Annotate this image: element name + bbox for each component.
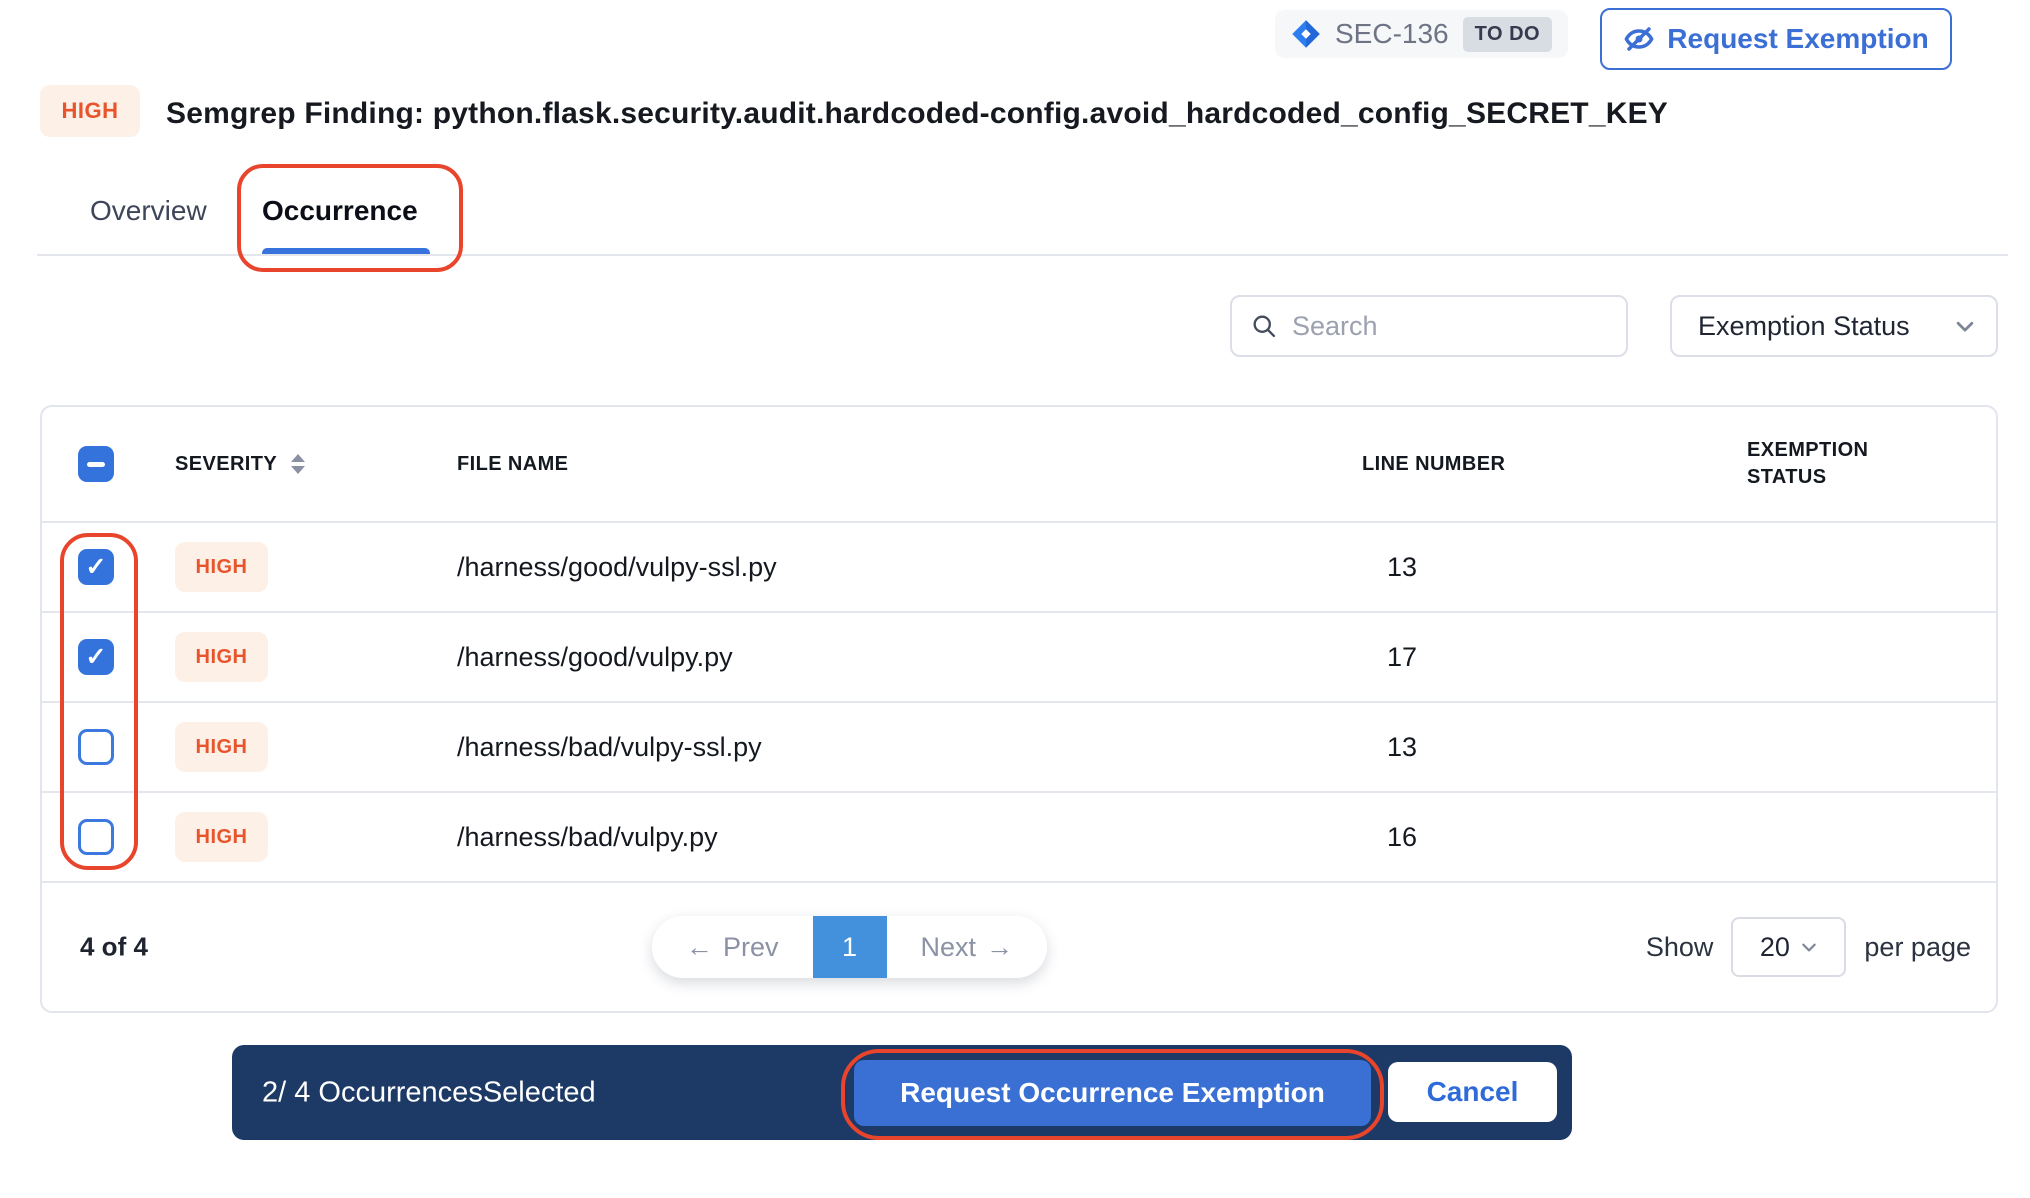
- row-count: 4 of 4: [80, 932, 148, 963]
- finding-detail-page: SEC-136 TO DO Request Exemption HIGH Sem…: [0, 0, 2030, 1198]
- page-size-select[interactable]: 20: [1731, 917, 1846, 977]
- table-header-row: SEVERITY FILE NAME LINE NUMBER EXEMPTION…: [42, 407, 1996, 521]
- page-size-control: Show 20 per page: [1646, 917, 1971, 977]
- line-number-cell: 13: [1362, 552, 1747, 583]
- column-header-severity[interactable]: SEVERITY: [175, 453, 457, 476]
- per-page-label: per page: [1864, 932, 1971, 963]
- column-header-exemption-status: EXEMPTION STATUS: [1747, 437, 1927, 491]
- table-row[interactable]: HIGH /harness/bad/vulpy.py 16: [42, 791, 1996, 881]
- table-row[interactable]: HIGH /harness/good/vulpy-ssl.py 13: [42, 521, 1996, 611]
- tabs-divider: [37, 254, 2008, 256]
- line-number-cell: 13: [1362, 732, 1747, 763]
- request-occurrence-exemption-button[interactable]: Request Occurrence Exemption: [854, 1060, 1371, 1126]
- search-input[interactable]: [1292, 311, 1608, 342]
- line-number-cell: 16: [1362, 822, 1747, 853]
- select-all-checkbox[interactable]: [78, 446, 114, 482]
- row-checkbox[interactable]: [78, 549, 114, 585]
- row-checkbox[interactable]: [78, 639, 114, 675]
- severity-pill: HIGH: [175, 542, 268, 592]
- cancel-button[interactable]: Cancel: [1388, 1062, 1557, 1122]
- table-footer: 4 of 4 ← Prev 1 Next → Show 20: [42, 881, 1996, 1011]
- jira-icon: [1291, 19, 1321, 49]
- chevron-down-icon: [1800, 938, 1818, 956]
- page-number-button[interactable]: 1: [813, 916, 887, 978]
- prev-page-button[interactable]: ← Prev: [652, 916, 813, 978]
- pagination: ← Prev 1 Next →: [652, 916, 1047, 978]
- exemption-status-dropdown[interactable]: Exemption Status: [1670, 295, 1998, 357]
- tab-occurrence[interactable]: Occurrence: [262, 195, 418, 227]
- eye-slash-icon: [1623, 23, 1655, 55]
- line-number-cell: 17: [1362, 642, 1747, 673]
- selection-count-text: 2/ 4 OccurrencesSelected: [262, 1076, 596, 1109]
- jira-status-badge: TO DO: [1463, 17, 1552, 52]
- show-label: Show: [1646, 932, 1714, 963]
- request-exemption-button[interactable]: Request Exemption: [1600, 8, 1952, 70]
- exemption-status-dropdown-label: Exemption Status: [1698, 311, 1910, 342]
- table-row[interactable]: HIGH /harness/good/vulpy.py 17: [42, 611, 1996, 701]
- severity-pill: HIGH: [175, 812, 268, 862]
- severity-pill: HIGH: [175, 722, 268, 772]
- sort-icon[interactable]: [291, 454, 305, 474]
- selection-action-bar: 2/ 4 OccurrencesSelected Request Occurre…: [232, 1045, 1572, 1140]
- jira-ticket-chip[interactable]: SEC-136 TO DO: [1275, 10, 1568, 58]
- file-name-cell: /harness/bad/vulpy.py: [457, 822, 1362, 853]
- next-page-button[interactable]: Next →: [887, 916, 1048, 978]
- jira-ticket-id: SEC-136: [1335, 18, 1449, 50]
- search-icon: [1250, 312, 1278, 340]
- file-name-cell: /harness/bad/vulpy-ssl.py: [457, 732, 1362, 763]
- table-row[interactable]: HIGH /harness/bad/vulpy-ssl.py 13: [42, 701, 1996, 791]
- arrow-left-icon: ←: [686, 932, 713, 963]
- occurrences-table: SEVERITY FILE NAME LINE NUMBER EXEMPTION…: [40, 405, 1998, 1013]
- row-checkbox[interactable]: [78, 729, 114, 765]
- file-name-cell: /harness/good/vulpy.py: [457, 642, 1362, 673]
- request-exemption-label: Request Exemption: [1667, 23, 1928, 55]
- severity-badge: HIGH: [40, 85, 140, 137]
- column-header-file-name: FILE NAME: [457, 453, 1362, 476]
- arrow-right-icon: →: [986, 932, 1013, 963]
- page-title: Semgrep Finding: python.flask.security.a…: [166, 97, 1668, 131]
- severity-pill: HIGH: [175, 632, 268, 682]
- search-box[interactable]: [1230, 295, 1628, 357]
- row-checkbox[interactable]: [78, 819, 114, 855]
- file-name-cell: /harness/good/vulpy-ssl.py: [457, 552, 1362, 583]
- tab-overview[interactable]: Overview: [90, 195, 207, 227]
- chevron-down-icon: [1954, 315, 1976, 337]
- column-header-line-number: LINE NUMBER: [1362, 453, 1747, 476]
